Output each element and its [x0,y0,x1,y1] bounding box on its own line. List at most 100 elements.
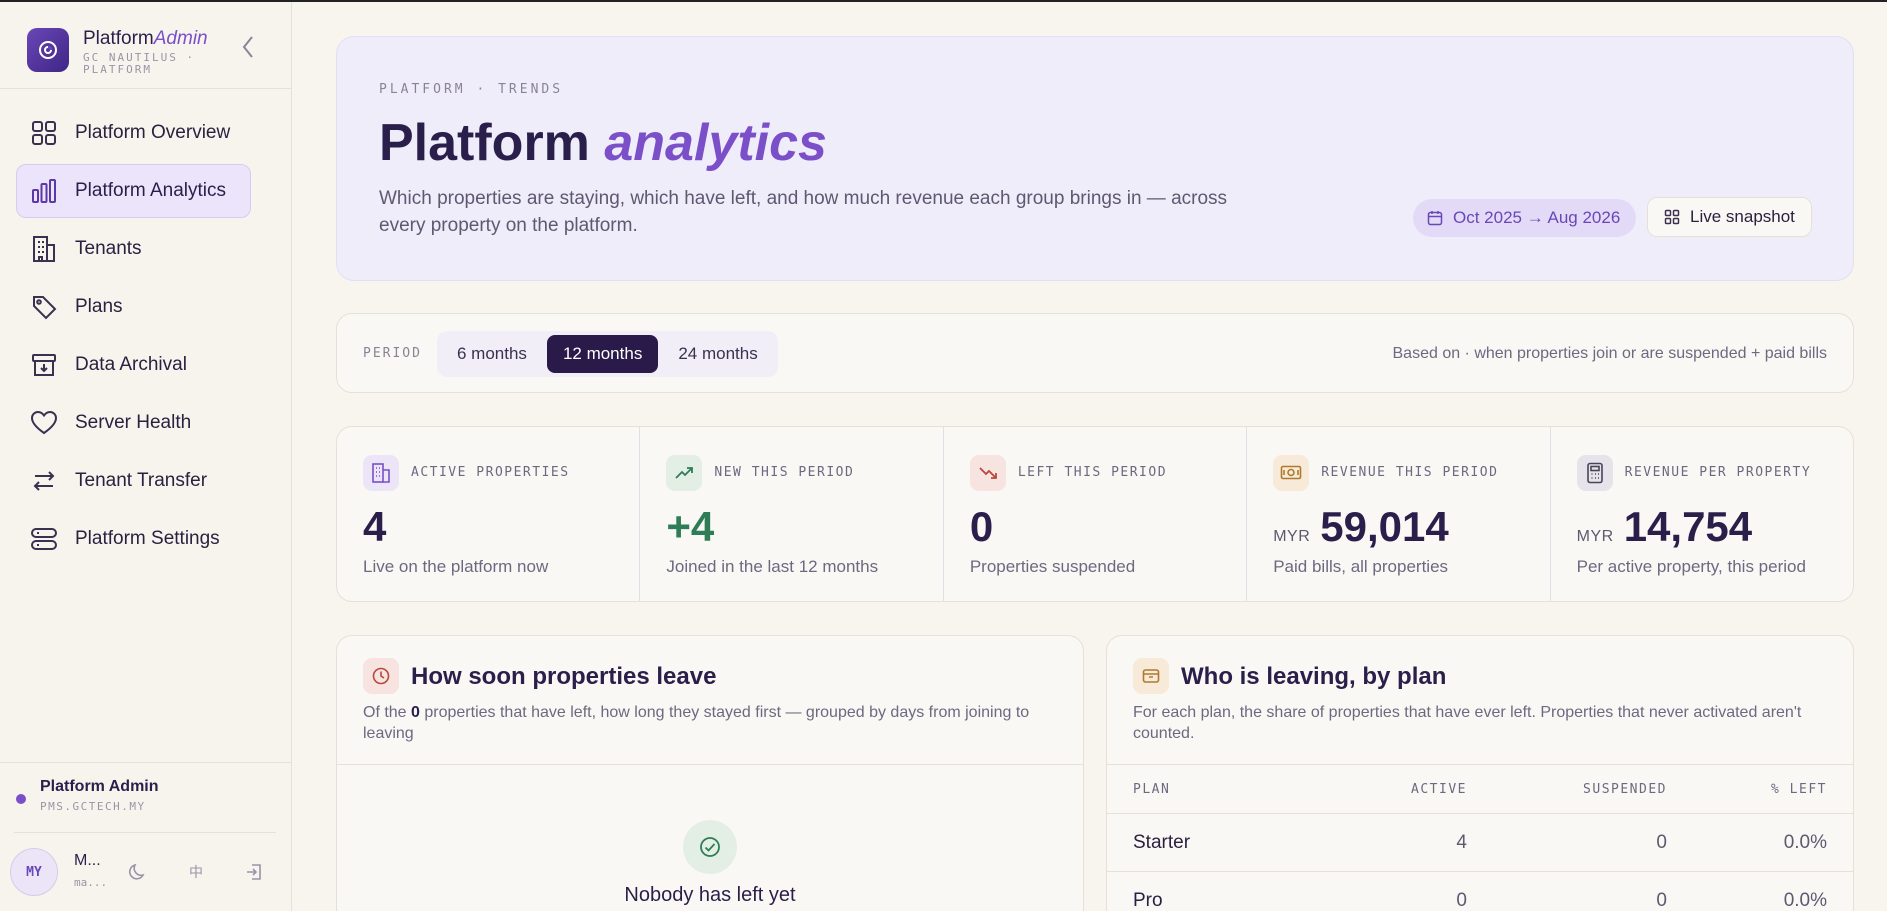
kpi-label: NEW THIS PERIOD [714,465,855,480]
heart-icon [29,408,59,438]
sidebar-item-tenants[interactable]: Tenants [16,222,251,276]
admin-name: Platform Admin [40,778,159,795]
calculator-icon [1576,455,1613,491]
kpi-label: LEFT THIS PERIOD [1017,465,1168,480]
sidebar-item-tenant-transfer[interactable]: Tenant Transfer [16,454,251,508]
kpi-label: ACTIVE PROPERTIES [411,465,570,480]
sidebar-item-label: Data Archival [75,354,187,375]
kpi-value: 4 [363,503,387,550]
sidebar-item-label: Platform Settings [75,528,220,549]
brand-title: PlatformAdmin [83,28,208,49]
table-row: Pro 0 0 0.0% [1107,872,1853,911]
table-header-row: PLAN ACTIVE SUSPENDED % LEFT [1107,764,1853,814]
cell-suspended: 0 [1656,890,1667,911]
sidebar-item-server-health[interactable]: Server Health [16,396,251,450]
period-option-24-months[interactable]: 24 months [662,335,773,373]
kpi-subtitle: Joined in the last 12 months [666,557,879,576]
grid-icon [1664,209,1680,225]
kpi-active-properties: ACTIVE PROPERTIES 4 Live on the platform… [337,427,641,601]
archive-icon [29,350,59,380]
admin-host: PMS.GCTECH.MY [40,800,146,813]
sidebar-item-label: Server Health [75,412,192,433]
empty-state-title: Nobody has left yet [624,884,796,906]
live-snapshot-label: Live snapshot [1690,207,1795,226]
kpi-label: REVENUE PER PROPERTY [1624,465,1812,480]
logout-button[interactable] [242,860,266,884]
live-snapshot-button[interactable]: Live snapshot [1647,197,1812,237]
admin-account: Platform Admin PMS.GCTECH.MY [14,776,274,826]
eyebrow: PLATFORM · TRENDS [379,82,564,97]
sidebar-nav: Platform Overview Platform Analytics Ten… [16,106,276,570]
kpi-value: +4 [666,503,715,550]
column-header-suspended: SUSPENDED [1583,782,1667,797]
banknote-icon [1273,455,1310,491]
period-segmented-control: 6 months 12 months 24 months [437,331,778,377]
sidebar-item-data-archival[interactable]: Data Archival [16,338,251,392]
hero-banner: PLATFORM · TRENDS Platform analytics Whi… [336,36,1854,281]
sidebar-item-label: Platform Overview [75,122,231,143]
trend-up-icon [666,455,703,491]
leaving-by-plan-panel: Who is leaving, by plan For each plan, t… [1106,635,1854,911]
cell-percent-left: 0.0% [1783,890,1827,911]
kpi-value: MYR 14,754 [1576,503,1753,550]
dark-mode-toggle[interactable] [126,860,150,884]
kpi-left-this-period: LEFT THIS PERIOD 0 Properties suspended [944,427,1248,601]
leave-timing-panel: How soon properties leave Of the 0 prope… [336,635,1084,911]
sidebar-item-label: Tenant Transfer [75,470,208,491]
date-range-badge: Oct 2025 → Aug 2026 [1413,199,1637,237]
period-option-12-months[interactable]: 12 months [546,335,659,373]
user-email: ma... [74,876,108,889]
period-option-6-months[interactable]: 6 months [441,335,543,373]
logout-icon [247,864,261,880]
column-header-plan: PLAN [1133,782,1171,797]
kpi-subtitle: Paid bills, all properties [1273,557,1449,576]
language-toggle[interactable]: 中 [184,860,208,884]
avatar[interactable]: MY [10,848,58,896]
panel-title: How soon properties leave [411,663,717,690]
date-range-text: Oct 2025 → Aug 2026 [1453,208,1621,227]
bar-chart-icon [29,176,59,206]
building-icon [363,455,399,491]
cell-active: 4 [1456,832,1467,853]
sidebar-item-label: Tenants [75,238,142,259]
collapse-sidebar-button[interactable] [236,34,260,60]
kpi-revenue-per-property: REVENUE PER PROPERTY MYR 14,754 Per activ… [1551,427,1853,601]
page-description: Which properties are staying, which have… [379,188,1228,236]
user-name: M... [74,852,101,869]
period-note: Based on · when properties join or are s… [1392,345,1828,362]
server-stack-icon [29,524,59,554]
sidebar-item-platform-overview[interactable]: Platform Overview [16,106,251,160]
sidebar-item-platform-settings[interactable]: Platform Settings [16,512,251,566]
transfer-arrows-icon [29,466,59,496]
kpi-revenue-this-period: REVENUE THIS PERIOD MYR 59,014 Paid bills… [1247,427,1551,601]
panel-description: Of the 0 properties that have left, how … [363,704,1030,742]
kpi-value: MYR 59,014 [1273,503,1449,550]
sidebar-item-label: Platform Analytics [75,180,226,201]
sidebar-item-label: Plans [75,296,123,317]
cell-active: 0 [1456,890,1467,911]
cell-plan: Pro [1133,890,1163,911]
grid-icon [29,118,59,148]
calendar-icon [1427,211,1443,226]
table-row: Starter 4 0 0.0% [1107,814,1853,872]
cell-suspended: 0 [1656,832,1667,853]
kpi-subtitle: Properties suspended [969,557,1136,576]
sidebar: PlatformAdmin GC NAUTILUS · PLATFORM Pla… [0,2,292,911]
period-label: PERIOD [363,346,422,361]
kpi-new-this-period: NEW THIS PERIOD +4 Joined in the last 12… [640,427,944,601]
kpi-value: 0 [969,503,994,550]
archive-box-icon [1133,658,1169,694]
kpi-label: REVENUE THIS PERIOD [1321,465,1499,480]
sidebar-item-plans[interactable]: Plans [16,280,251,334]
divider [0,762,292,763]
building-icon [29,234,59,264]
cell-percent-left: 0.0% [1783,832,1827,853]
period-selector-card: PERIOD 6 months 12 months 24 months Base… [336,313,1854,393]
clock-icon [363,658,399,694]
sidebar-item-platform-analytics[interactable]: Platform Analytics [16,164,251,218]
kpi-subtitle: Live on the platform now [363,557,549,576]
brand-subtitle: GC NAUTILUS · PLATFORM [83,51,196,76]
check-circle-icon [683,820,737,874]
divider [337,764,1083,765]
status-dot [16,794,26,804]
